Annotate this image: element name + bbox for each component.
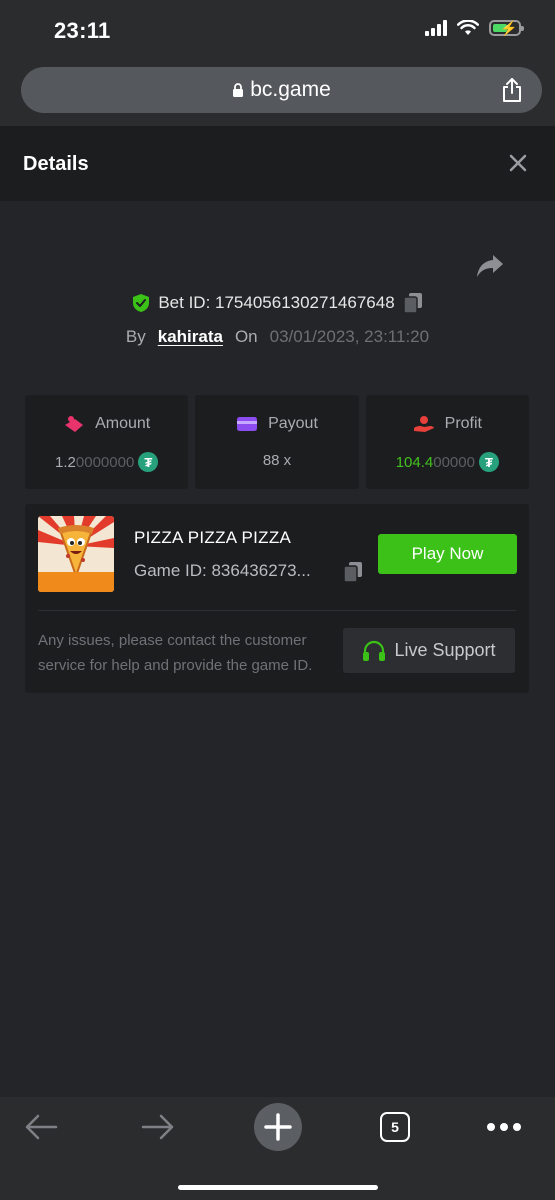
new-tab-plus-button[interactable] bbox=[254, 1103, 302, 1151]
payout-value: 88 x bbox=[262, 452, 292, 469]
payout-stat: Payout 88 x bbox=[195, 395, 359, 489]
profit-label: Profit bbox=[444, 415, 482, 432]
details-header: Details bbox=[0, 126, 555, 201]
amount-icon bbox=[65, 416, 84, 432]
copy-icon[interactable] bbox=[402, 292, 423, 314]
plus-icon bbox=[264, 1113, 292, 1141]
forward-share-icon[interactable] bbox=[476, 253, 504, 279]
profit-icon bbox=[413, 416, 434, 432]
game-name: PIZZA PIZZA PIZZA bbox=[134, 528, 292, 547]
on-label: On bbox=[234, 327, 258, 346]
game-id: Game ID: 836436273... bbox=[134, 561, 311, 580]
amount-dim: 0000000 bbox=[75, 453, 135, 471]
close-icon[interactable] bbox=[507, 152, 529, 174]
verified-shield-icon bbox=[133, 294, 150, 312]
game-card: PIZZA PIZZA PIZZA Game ID: 836436273... … bbox=[25, 504, 529, 693]
live-support-button[interactable]: Live Support bbox=[343, 628, 515, 673]
url-text: bc.game bbox=[250, 78, 331, 101]
bet-id: Bet ID: 1754056130271467648 bbox=[158, 293, 395, 312]
url-field[interactable]: bc.game bbox=[21, 67, 542, 113]
tether-coin-icon: ₮ bbox=[138, 452, 159, 472]
wifi-icon bbox=[457, 20, 479, 35]
lock-icon bbox=[233, 82, 244, 97]
bet-stats: Amount 1.20000000 ₮ Payout 88 x Profit 1… bbox=[25, 395, 529, 489]
divider bbox=[38, 610, 516, 611]
tabs-count-button[interactable]: 5 bbox=[380, 1112, 410, 1142]
status-time: 23:11 bbox=[54, 18, 111, 43]
profit-value: 104.400000 ₮ bbox=[366, 452, 529, 472]
status-icons: ⚡ bbox=[425, 20, 524, 36]
amount-main: 1.2 bbox=[55, 453, 76, 471]
game-thumbnail[interactable] bbox=[38, 516, 114, 592]
profit-main: 104.4 bbox=[395, 453, 434, 471]
status-bar: 23:11 ⚡ bbox=[0, 0, 555, 62]
profit-stat: Profit 104.400000 ₮ bbox=[365, 395, 529, 489]
page: 23:11 ⚡ bc.game Details Bet ID: 17540561… bbox=[0, 0, 555, 1200]
browser-address-bar: bc.game bbox=[0, 62, 555, 126]
home-indicator bbox=[178, 1185, 378, 1190]
amount-label: Amount bbox=[95, 415, 151, 432]
cellular-signal-icon bbox=[425, 20, 447, 36]
battery-icon: ⚡ bbox=[489, 20, 524, 36]
amount-value: 1.20000000 ₮ bbox=[25, 452, 188, 472]
page-title: Details bbox=[23, 153, 89, 175]
forward-arrow-icon[interactable] bbox=[141, 1113, 175, 1141]
support-notice: Any issues, please contact the customer … bbox=[38, 632, 313, 674]
back-arrow-icon[interactable] bbox=[24, 1113, 58, 1141]
pizza-game-thumbnail-art bbox=[38, 516, 114, 592]
bet-id-row: Bet ID: 1754056130271467648 bbox=[0, 292, 555, 314]
tether-coin-icon: ₮ bbox=[478, 452, 499, 472]
more-options-icon[interactable] bbox=[486, 1122, 522, 1132]
live-support-label: Live Support bbox=[394, 640, 496, 660]
share-icon[interactable] bbox=[500, 77, 524, 103]
payout-card-icon bbox=[237, 417, 258, 431]
bet-datetime: 03/01/2023, 23:11:20 bbox=[269, 327, 430, 346]
payout-label: Payout bbox=[268, 415, 318, 432]
play-now-button[interactable]: Play Now bbox=[378, 534, 517, 574]
by-label: By bbox=[125, 327, 146, 346]
headset-icon bbox=[363, 640, 386, 661]
amount-stat: Amount 1.20000000 ₮ bbox=[25, 395, 189, 489]
username-link[interactable]: kahirata bbox=[158, 327, 223, 347]
copy-game-id-icon[interactable] bbox=[343, 561, 363, 583]
profit-dim: 00000 bbox=[433, 453, 475, 471]
bet-meta-row: By kahirata On 03/01/2023, 23:11:20 bbox=[0, 327, 555, 347]
